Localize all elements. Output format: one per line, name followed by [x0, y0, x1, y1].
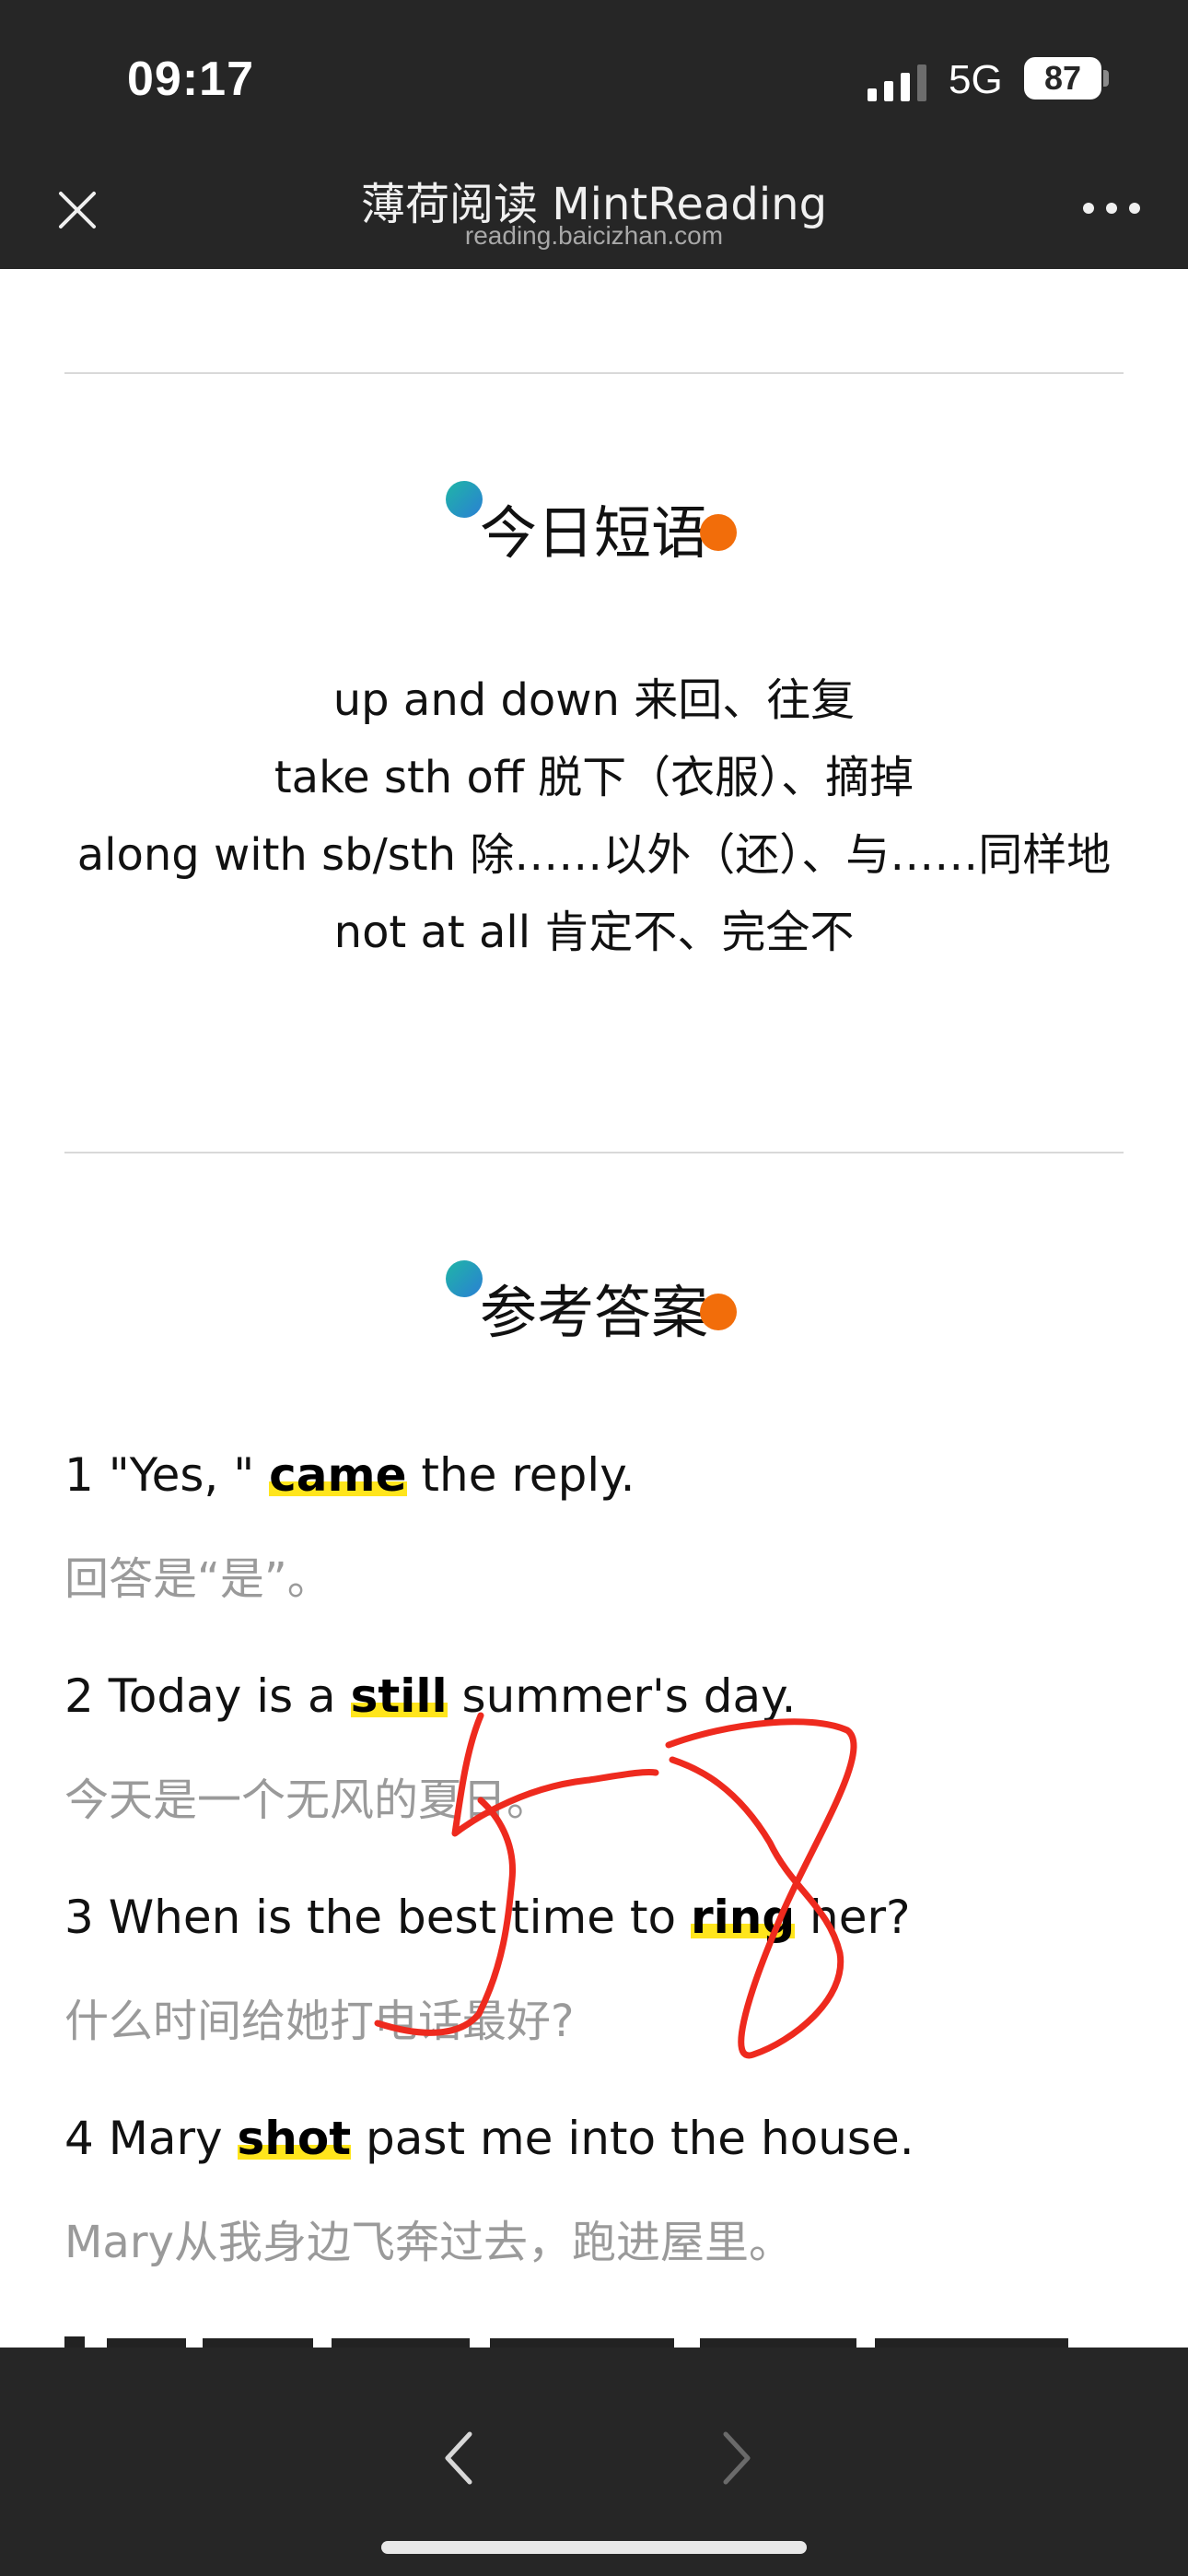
highlighted-word: still	[350, 1669, 448, 1723]
title-dot-orange	[700, 514, 737, 551]
highlighted-word: came	[269, 1448, 407, 1502]
signal-icon	[868, 64, 926, 101]
network-label: 5G	[949, 57, 1003, 102]
highlighted-word: shot	[237, 2112, 352, 2165]
status-time: 09:17	[127, 53, 254, 106]
more-icon[interactable]	[1079, 197, 1144, 219]
phrases-title: 今日短语	[479, 499, 708, 567]
browser-toolbar	[0, 2348, 1188, 2576]
chevron-left-icon[interactable]	[431, 2419, 486, 2497]
answer-text: 3 When is the best time to	[64, 1891, 691, 1944]
answer-sentence: 4 Mary shot past me into the house.	[64, 2112, 914, 2165]
answer-sentence: 1 "Yes, " came the reply.	[64, 1448, 635, 1502]
status-bar: 09:17 5G 87	[0, 0, 1188, 147]
chevron-right-icon[interactable]	[709, 2419, 764, 2497]
divider	[64, 372, 1124, 374]
answer-sentence: 2 Today is a still summer's day.	[64, 1669, 796, 1723]
home-indicator[interactable]	[381, 2541, 807, 2554]
next-answer-peek	[64, 2336, 1068, 2348]
answer-text: 4 Mary	[64, 2112, 238, 2165]
answer-text: past me into the house.	[351, 2112, 914, 2165]
answer-text: 2 Today is a	[64, 1669, 351, 1723]
answer-text: summer's day.	[447, 1669, 797, 1723]
answer-translation: 今天是一个无风的夏日。	[64, 1774, 552, 1826]
phrase-item: take sth off 脱下（衣服）、摘掉	[274, 752, 914, 803]
phrase-list: up and down 来回、往复 take sth off 脱下（衣服）、摘掉…	[37, 662, 1151, 971]
answer-sentence: 3 When is the best time to ring her?	[64, 1891, 911, 1944]
answers-title: 参考答案	[479, 1279, 708, 1346]
answer-text: 1 "Yes, "	[64, 1448, 270, 1502]
answer-translation: 回答是“是”。	[64, 1553, 332, 1605]
answer-text: the reply.	[406, 1448, 635, 1502]
battery-icon: 87	[1024, 57, 1101, 100]
page-url: reading.baicizhan.com	[464, 221, 724, 250]
answer-text: her?	[795, 1891, 911, 1944]
phrase-item: up and down 来回、往复	[332, 674, 856, 726]
title-dot-orange	[700, 1294, 737, 1330]
battery-tip	[1103, 70, 1109, 87]
highlighted-word: ring	[690, 1891, 796, 1944]
phrase-item: along with sb/sth 除……以外（还）、与……同样地	[76, 829, 1112, 881]
divider	[64, 1152, 1124, 1153]
browser-nav-bar: 薄荷阅读 MintReading reading.baicizhan.com	[0, 147, 1188, 269]
answer-translation: 什么时间给她打电话最好?	[64, 1996, 575, 2047]
phrase-item: not at all 肯定不、完全不	[333, 907, 855, 958]
answer-translation: Mary从我身边飞奔过去，跑进屋里。	[64, 2217, 793, 2268]
